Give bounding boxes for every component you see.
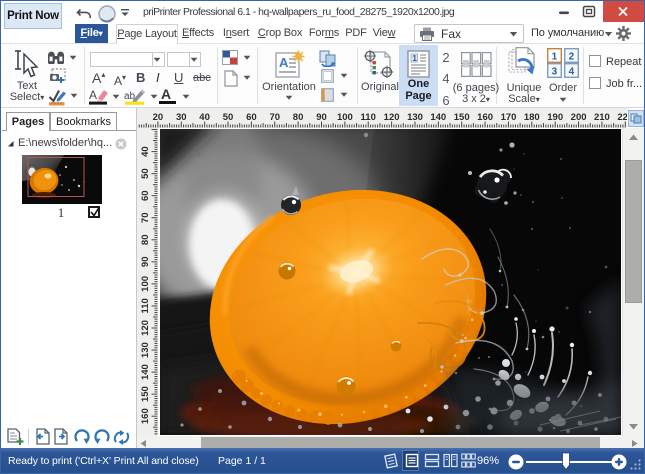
- svg-text:100: 100: [337, 112, 353, 123]
- svg-text:140: 140: [140, 364, 151, 380]
- svg-text:1: 1: [552, 51, 558, 62]
- svg-text:70: 70: [270, 112, 281, 123]
- svg-text:110: 110: [140, 298, 151, 313]
- svg-text:210: 210: [594, 112, 610, 123]
- svg-text:180: 180: [524, 112, 540, 123]
- svg-text:A: A: [89, 88, 97, 102]
- svg-text:70: 70: [140, 213, 151, 224]
- svg-text:3: 3: [552, 66, 558, 77]
- svg-text:130: 130: [407, 112, 423, 123]
- svg-text:200: 200: [571, 112, 587, 123]
- svg-text:30: 30: [176, 112, 187, 123]
- svg-text:110: 110: [361, 112, 376, 123]
- svg-text:4: 4: [569, 66, 575, 77]
- svg-text:80: 80: [140, 235, 151, 246]
- svg-text:60: 60: [140, 190, 151, 201]
- svg-text:140: 140: [430, 112, 446, 123]
- svg-text:1: 1: [412, 53, 417, 63]
- svg-text:50: 50: [223, 112, 234, 123]
- svg-text:20: 20: [153, 112, 164, 123]
- svg-text:50: 50: [140, 168, 151, 179]
- svg-text:90: 90: [316, 112, 327, 123]
- svg-text:150: 150: [140, 386, 151, 402]
- svg-text:130: 130: [140, 342, 151, 358]
- svg-text:60: 60: [246, 112, 257, 123]
- svg-text:170: 170: [501, 112, 517, 123]
- svg-text:40: 40: [140, 146, 151, 157]
- svg-text:190: 190: [547, 112, 563, 123]
- svg-text:160: 160: [477, 112, 493, 123]
- svg-text:40: 40: [199, 112, 210, 123]
- svg-text:90: 90: [140, 257, 151, 268]
- svg-text:150: 150: [454, 112, 470, 123]
- svg-text:160: 160: [140, 408, 151, 424]
- svg-text:80: 80: [293, 112, 304, 123]
- svg-text:120: 120: [140, 320, 151, 336]
- svg-text:100: 100: [140, 276, 151, 292]
- svg-text:A: A: [279, 55, 289, 70]
- svg-text:2: 2: [569, 51, 575, 62]
- svg-text:120: 120: [384, 112, 400, 123]
